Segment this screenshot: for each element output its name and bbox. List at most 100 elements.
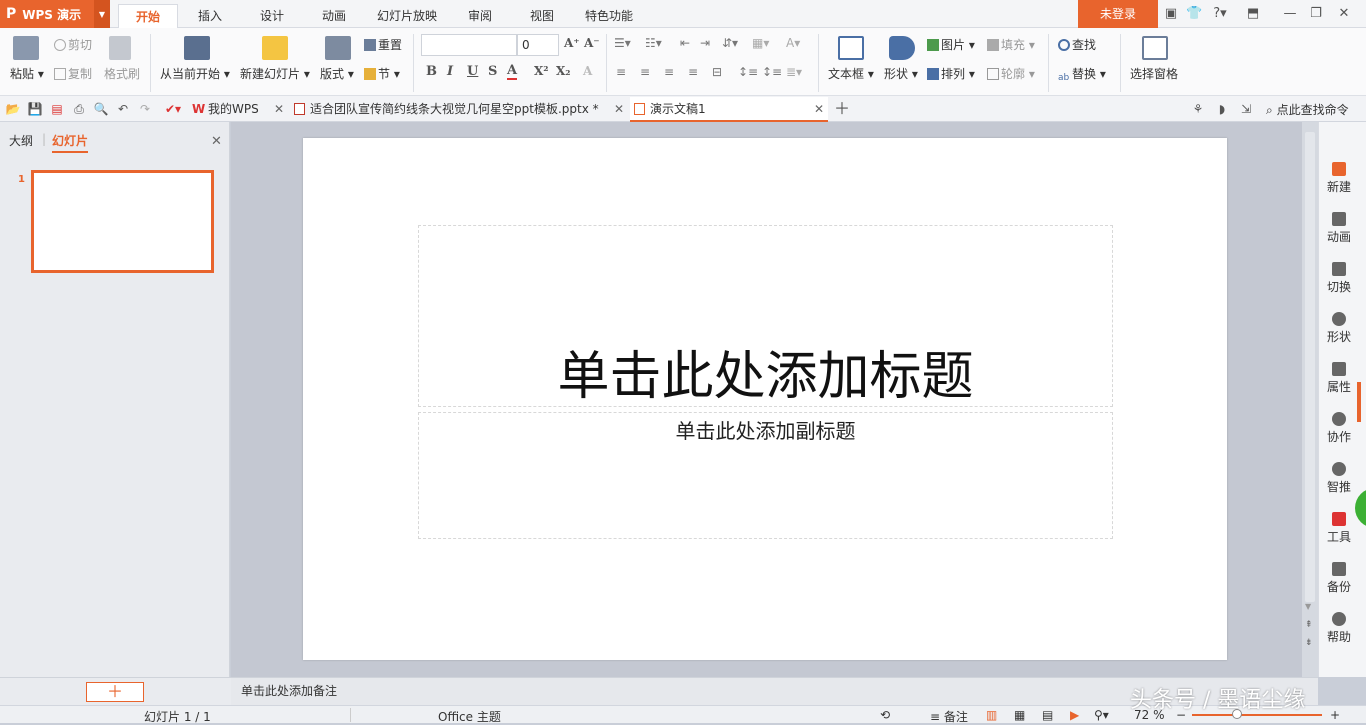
close-pane-icon[interactable]: ✕ bbox=[211, 134, 222, 149]
prev-slide-icon[interactable]: ⇞ bbox=[1305, 620, 1313, 630]
save-icon[interactable]: 💾 bbox=[27, 101, 43, 117]
char-spacing-icon[interactable]: A▾ bbox=[786, 36, 800, 50]
sidebar-help[interactable]: 帮助 bbox=[1319, 612, 1359, 645]
textbox-icon[interactable] bbox=[838, 36, 864, 60]
layout-button[interactable]: 版式 ▾ bbox=[320, 65, 354, 82]
subscript-icon[interactable]: X₂ bbox=[556, 64, 571, 78]
bold-icon[interactable]: B bbox=[426, 64, 437, 79]
selection-pane-icon[interactable] bbox=[1142, 36, 1168, 60]
minimize-icon[interactable]: — bbox=[1282, 6, 1298, 22]
tab-animation[interactable]: 动画 bbox=[310, 4, 358, 28]
scrollbar-thumb[interactable] bbox=[1305, 132, 1315, 602]
open-folder-icon[interactable]: 📂 bbox=[5, 101, 21, 117]
tab-home[interactable]: 开始 bbox=[118, 4, 178, 28]
print-icon[interactable]: ⎙ bbox=[71, 101, 87, 117]
command-search[interactable]: ⌕ 点此查找命令 bbox=[1266, 101, 1349, 118]
title-placeholder[interactable]: 单击此处添加标题 bbox=[418, 225, 1113, 407]
app-menu-button[interactable]: P WPS 演示 ▼ bbox=[0, 0, 110, 28]
help-icon[interactable]: ?▾ bbox=[1210, 6, 1230, 22]
sidebar-tools[interactable]: 工具 bbox=[1319, 512, 1359, 545]
shape-icon[interactable] bbox=[889, 36, 915, 60]
close-tab-icon[interactable]: ✕ bbox=[814, 97, 824, 121]
login-button[interactable]: 未登录 bbox=[1078, 0, 1158, 28]
shrink-font-icon[interactable]: A⁻ bbox=[584, 36, 600, 50]
clear-format-icon[interactable]: A bbox=[583, 64, 592, 78]
copy-button[interactable]: 复制 bbox=[54, 65, 92, 82]
tab-my-wps[interactable]: W 我的WPS ✕ bbox=[188, 97, 288, 122]
font-name-select[interactable] bbox=[421, 34, 517, 56]
reset-button[interactable]: 重置 bbox=[364, 36, 402, 53]
add-slide-button[interactable]: ＋ bbox=[86, 682, 144, 702]
format-painter-button[interactable]: 格式刷 bbox=[104, 65, 140, 82]
close-tab-icon[interactable]: ✕ bbox=[614, 97, 624, 121]
skin-icon[interactable]: ▣ bbox=[1163, 6, 1179, 22]
subtitle-placeholder[interactable]: 单击此处添加副标题 bbox=[418, 412, 1113, 539]
sidebar-backup[interactable]: 备份 bbox=[1319, 562, 1359, 595]
sidebar-handle[interactable] bbox=[1357, 382, 1361, 422]
layout-icon[interactable] bbox=[325, 36, 351, 60]
new-tab-icon[interactable]: ＋ bbox=[834, 101, 850, 117]
shadow-text-icon[interactable]: S bbox=[488, 64, 497, 79]
align-center-icon[interactable]: ≡ bbox=[640, 65, 650, 79]
print-preview-icon[interactable]: 🔍 bbox=[93, 101, 109, 117]
align-left-icon[interactable]: ≡ bbox=[616, 65, 626, 79]
replace-button[interactable]: ab 替换 ▾ bbox=[1058, 65, 1106, 85]
paragraph-settings-icon[interactable]: ≣▾ bbox=[786, 65, 802, 79]
sidebar-shape[interactable]: 形状 bbox=[1319, 312, 1359, 345]
backup-status-icon[interactable]: ⟲ bbox=[880, 708, 890, 722]
close-tab-icon[interactable]: ✕ bbox=[274, 97, 284, 121]
font-size-select[interactable]: 0 bbox=[517, 34, 559, 56]
tab-document-current[interactable]: 演示文稿1 ✕ bbox=[630, 97, 828, 122]
sidebar-properties[interactable]: 属性 bbox=[1319, 362, 1359, 395]
scroll-down-icon[interactable]: ▼ bbox=[1305, 602, 1311, 611]
shirt-icon[interactable]: 👕 bbox=[1186, 6, 1202, 22]
redo-icon[interactable]: ↷ bbox=[137, 101, 153, 117]
play-icon[interactable]: ▶ bbox=[1070, 708, 1079, 722]
title-text[interactable]: 单击此处添加标题 bbox=[419, 334, 1112, 409]
tab-outline[interactable]: 大纲 bbox=[9, 132, 33, 149]
tab-slides[interactable]: 幻灯片 bbox=[52, 132, 89, 153]
sidebar-animation[interactable]: 动画 bbox=[1319, 212, 1359, 245]
sorter-view-icon[interactable]: ▦ bbox=[1014, 708, 1025, 722]
selection-pane-button[interactable]: 选择窗格 bbox=[1130, 65, 1178, 82]
d-icon[interactable]: ◗ bbox=[1214, 101, 1230, 117]
tab-slideshow[interactable]: 幻灯片放映 bbox=[370, 4, 444, 28]
underline-icon[interactable]: U bbox=[467, 64, 478, 79]
tab-insert[interactable]: 插入 bbox=[186, 4, 234, 28]
sidebar-new[interactable]: 新建 bbox=[1319, 162, 1359, 195]
next-slide-icon[interactable]: ⇟ bbox=[1305, 638, 1313, 648]
columns-icon[interactable]: ▦▾ bbox=[752, 36, 769, 50]
sidebar-smart-push[interactable]: 智推 bbox=[1319, 462, 1359, 495]
chevron-down-icon[interactable]: ▼ bbox=[94, 0, 110, 28]
picture-button[interactable]: 图片 ▾ bbox=[927, 36, 975, 53]
superscript-icon[interactable]: X² bbox=[534, 64, 549, 78]
indent-increase-icon[interactable]: ⇥ bbox=[700, 36, 710, 50]
bullets-icon[interactable]: ☰▾ bbox=[614, 36, 631, 50]
numbering-icon[interactable]: ☷▾ bbox=[645, 36, 662, 50]
tab-design[interactable]: 设计 bbox=[248, 4, 296, 28]
from-current-button[interactable]: 从当前开始 ▾ bbox=[160, 65, 230, 82]
section-button[interactable]: 节 ▾ bbox=[364, 65, 400, 82]
sidebar-transition[interactable]: 切换 bbox=[1319, 262, 1359, 295]
vertical-scrollbar[interactable]: ▼ ⇞ ⇟ bbox=[1302, 122, 1318, 677]
zoom-slider[interactable] bbox=[1192, 714, 1322, 716]
textbox-button[interactable]: 文本框 ▾ bbox=[828, 65, 874, 82]
paste-icon[interactable] bbox=[13, 36, 39, 60]
send-icon[interactable]: ⇲ bbox=[1238, 101, 1254, 117]
normal-view-icon[interactable]: ▥ bbox=[986, 708, 997, 722]
export-pdf-icon[interactable]: ▤ bbox=[49, 101, 65, 117]
font-color-icon[interactable]: A bbox=[507, 63, 518, 80]
sidebar-collaborate[interactable]: 协作 bbox=[1319, 412, 1359, 445]
slide[interactable]: 单击此处添加标题 单击此处添加副标题 bbox=[303, 138, 1227, 660]
tab-review[interactable]: 审阅 bbox=[456, 4, 504, 28]
italic-icon[interactable]: I bbox=[447, 64, 453, 79]
find-button[interactable]: 查找 bbox=[1058, 36, 1096, 53]
notes-toggle[interactable]: ≡ 备注 bbox=[930, 708, 968, 725]
shape-button[interactable]: 形状 ▾ bbox=[884, 65, 918, 82]
new-slide-icon[interactable] bbox=[262, 36, 288, 60]
zoom-in-icon[interactable]: + bbox=[1330, 708, 1340, 722]
subtitle-text[interactable]: 单击此处添加副标题 bbox=[419, 415, 1112, 444]
pin-icon[interactable]: ⚘ bbox=[1190, 101, 1206, 117]
maximize-icon[interactable]: ❐ bbox=[1308, 6, 1324, 22]
tab-special[interactable]: 特色功能 bbox=[578, 4, 640, 28]
